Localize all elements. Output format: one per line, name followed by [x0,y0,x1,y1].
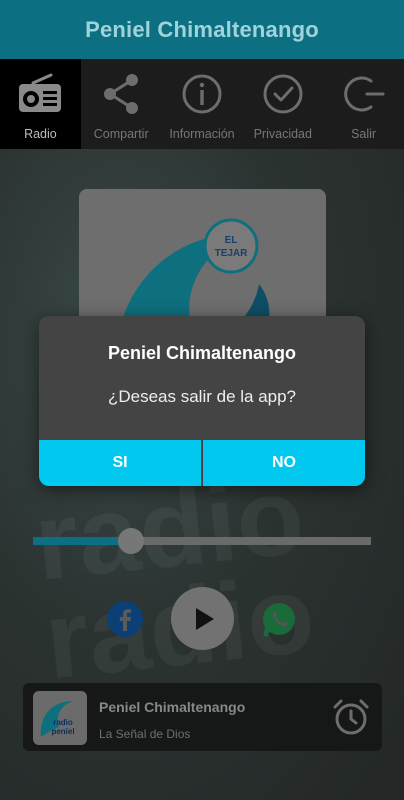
dialog-message: ¿Deseas salir de la app? [107,387,297,406]
yes-button[interactable]: SI [39,440,201,486]
exit-dialog: Peniel Chimaltenango ¿Deseas salir de la… [39,316,365,486]
no-button[interactable]: NO [203,440,365,486]
dialog-title: Peniel Chimaltenango [107,343,297,363]
app-root: Peniel Chimaltenango Radio Compartir Inf… [0,0,404,800]
